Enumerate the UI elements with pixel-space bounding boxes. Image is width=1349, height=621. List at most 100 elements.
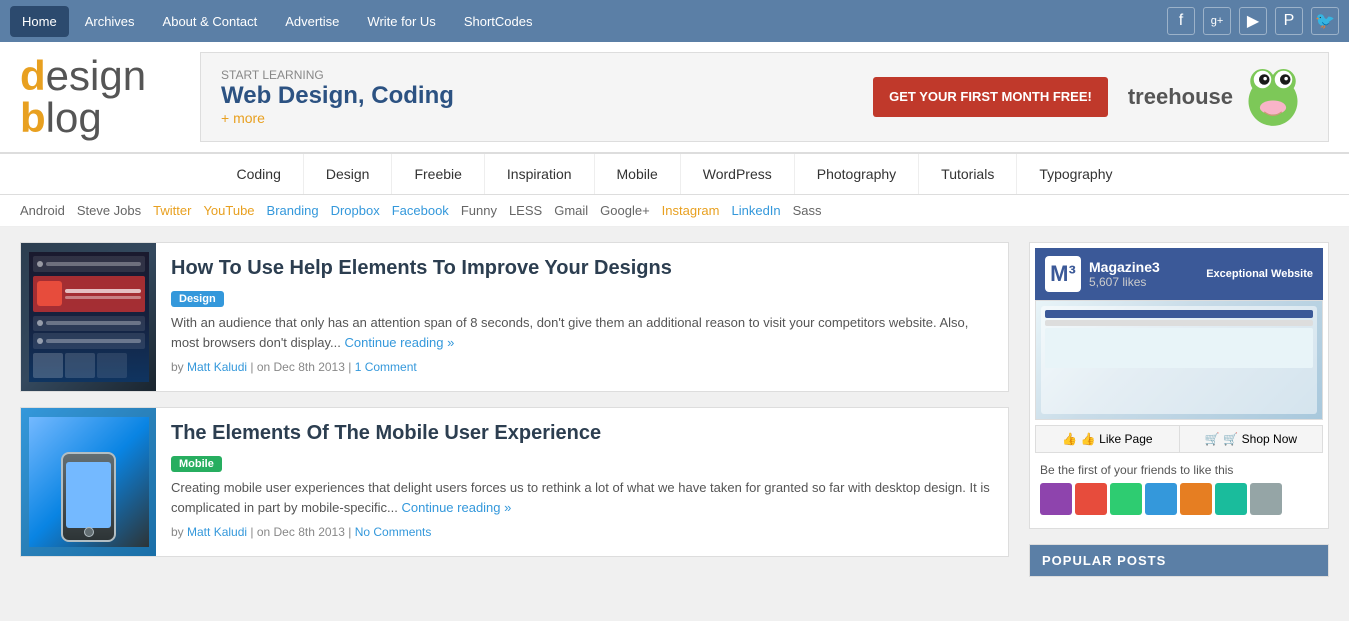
tag-facebook[interactable]: Facebook [392,203,449,218]
post-card-1: How To Use Help Elements To Improve Your… [20,242,1009,392]
site-header: design blog START LEARNING Web Design, C… [0,42,1349,153]
mock-dot [37,261,43,267]
shop-icon: 🛒 [1204,432,1219,446]
author-2[interactable]: Matt Kaludi [187,525,247,539]
mock-thumb-3 [97,353,127,378]
cat-mobile[interactable]: Mobile [595,154,681,194]
fb-preview-bg [1036,301,1322,419]
mockup-inner [29,252,149,382]
avatar-7 [1250,483,1282,515]
popular-posts-header: POPULAR POSTS [1030,545,1328,576]
shop-text: 🛒 Shop Now [1223,432,1297,446]
pinterest-icon[interactable]: P [1275,7,1303,35]
cat-design[interactable]: Design [304,154,393,194]
nav-archives[interactable]: Archives [73,6,147,37]
google-plus-icon[interactable]: g+ [1203,7,1231,35]
cat-inspiration[interactable]: Inspiration [485,154,595,194]
like-text: 👍 Like Page [1081,432,1153,446]
treehouse-brand: treehouse [1128,62,1308,132]
facebook-widget: M³ Magazine3 5,607 likes Exceptional Web… [1029,242,1329,529]
tag-twitter[interactable]: Twitter [153,203,191,218]
post-title-2[interactable]: The Elements Of The Mobile User Experien… [171,420,993,446]
post-body-2: The Elements Of The Mobile User Experien… [156,408,1008,556]
fb-page-name: Magazine3 [1089,259,1160,275]
category-list: Coding Design Freebie Inspiration Mobile… [0,154,1349,194]
treehouse-frog-icon [1238,62,1308,132]
tag-android[interactable]: Android [20,203,65,218]
tag-linkedin[interactable]: LinkedIn [731,203,780,218]
mock-icon [37,281,62,306]
tag-less[interactable]: LESS [509,203,542,218]
nav-advertise[interactable]: Advertise [273,6,351,37]
post-excerpt-1: With an audience that only has an attent… [171,313,993,352]
tag-steve-jobs[interactable]: Steve Jobs [77,203,141,218]
cat-typography[interactable]: Typography [1017,154,1134,194]
author-1[interactable]: Matt Kaludi [187,360,247,374]
avatar-5 [1180,483,1212,515]
avatar-6 [1215,483,1247,515]
nav-home[interactable]: Home [10,6,69,37]
fb-preview-inner [1041,306,1317,414]
mock-line-2 [65,296,141,299]
comments-2[interactable]: No Comments [355,525,432,539]
fb-shop-button[interactable]: 🛒 🛒 Shop Now [1180,426,1323,452]
phone-screen [66,462,111,528]
site-logo: design blog [20,55,180,139]
app-mockup-image [29,252,149,382]
fb-header: M³ Magazine3 5,607 likes Exceptional Web… [1035,248,1323,300]
mock-text [65,289,141,299]
banner-main-text: Web Design, Coding [221,82,853,110]
tag-sass[interactable]: Sass [793,203,822,218]
fb-logo: M³ [1045,256,1081,292]
continue-reading-1[interactable]: Continue reading » [345,335,455,350]
tag-google-plus[interactable]: Google+ [600,203,650,218]
top-navigation: Home Archives About & Contact Advertise … [0,0,1349,42]
mock-highlight [33,276,145,312]
tag-branding[interactable]: Branding [267,203,319,218]
cat-freebie[interactable]: Freebie [392,154,484,194]
nav-write-for-us[interactable]: Write for Us [355,6,447,37]
post-card-2: The Elements Of The Mobile User Experien… [20,407,1009,557]
phone-shape [61,452,116,542]
treehouse-text: treehouse [1128,84,1233,110]
mock-line [65,289,141,293]
post-title-1[interactable]: How To Use Help Elements To Improve Your… [171,255,993,281]
sidebar: M³ Magazine3 5,607 likes Exceptional Web… [1029,242,1329,592]
avatar-2 [1075,483,1107,515]
fb-like-button[interactable]: 👍 👍 Like Page [1036,426,1180,452]
fb-bar-1 [1045,310,1313,318]
tag-gmail[interactable]: Gmail [554,203,588,218]
fb-avatars [1035,480,1323,523]
mock-dot-3 [37,338,43,344]
fb-box: M³ Magazine3 5,607 likes Exceptional Web… [1030,243,1328,528]
category-navigation: Coding Design Freebie Inspiration Mobile… [0,153,1349,195]
post-body-1: How To Use Help Elements To Improve Your… [156,243,1008,391]
logo-b: b [20,94,46,141]
avatar-1 [1040,483,1072,515]
cat-wordpress[interactable]: WordPress [681,154,795,194]
tag-funny[interactable]: Funny [461,203,497,218]
mock-thumb-2 [65,353,95,378]
mock-row-2 [33,316,145,332]
nav-about-contact[interactable]: About & Contact [151,6,270,37]
comments-1[interactable]: 1 Comment [355,360,417,374]
tag-youtube[interactable]: YouTube [203,203,254,218]
facebook-icon[interactable]: f [1167,7,1195,35]
cat-tutorials[interactable]: Tutorials [919,154,1017,194]
tag-instagram[interactable]: Instagram [662,203,720,218]
cat-coding[interactable]: Coding [214,154,303,194]
banner-text: START LEARNING Web Design, Coding + more [221,68,853,126]
tag-dropbox[interactable]: Dropbox [331,203,380,218]
banner-cta-button[interactable]: GET YOUR FIRST MONTH FREE! [873,77,1108,118]
twitter-icon[interactable]: 🐦 [1311,7,1339,35]
phone-button [84,527,94,537]
banner-subtitle: START LEARNING [221,68,853,82]
fb-actions: 👍 👍 Like Page 🛒 🛒 Shop Now [1035,425,1323,453]
nav-shortcodes[interactable]: ShortCodes [452,6,545,37]
youtube-icon[interactable]: ▶ [1239,7,1267,35]
fb-friends-text: Be the first of your friends to like thi… [1035,458,1323,480]
cat-photography[interactable]: Photography [795,154,919,194]
continue-reading-2[interactable]: Continue reading » [402,500,512,515]
post-meta-2: by Matt Kaludi | on Dec 8th 2013 | No Co… [171,525,993,539]
fb-bar-2 [1045,320,1313,326]
